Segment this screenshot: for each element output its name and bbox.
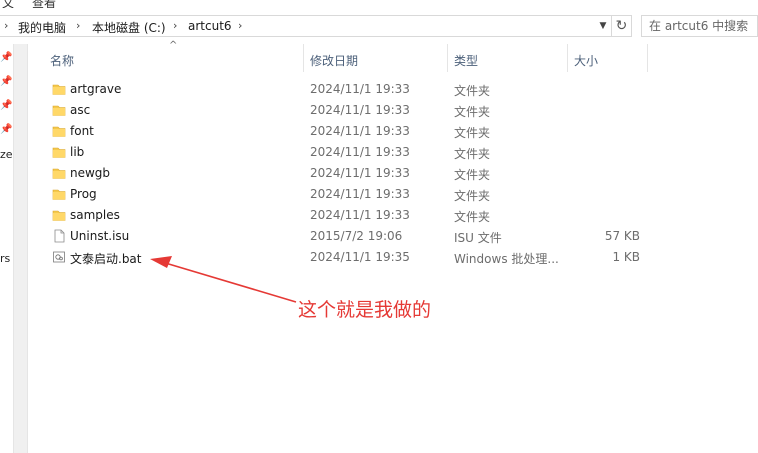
column-header-date[interactable]: 修改日期 (310, 52, 358, 69)
column-divider[interactable] (647, 44, 648, 72)
file-modified-date: 2024/11/1 19:33 (310, 145, 410, 159)
breadcrumb-chevron-icon[interactable]: › (173, 19, 177, 32)
folder-icon (52, 145, 66, 159)
pin-icon[interactable]: 📌 (0, 100, 12, 111)
breadcrumb-item-drive[interactable]: 本地磁盘 (C:) (92, 19, 166, 36)
pin-icon[interactable]: 📌 (0, 124, 12, 135)
column-header-name[interactable]: 名称 (50, 52, 74, 69)
file-name[interactable]: artgrave (70, 82, 121, 96)
file-name[interactable]: asc (70, 103, 90, 117)
column-divider[interactable] (303, 44, 304, 72)
folder-icon (52, 124, 66, 138)
file-modified-date: 2024/11/1 19:33 (310, 166, 410, 180)
search-input[interactable]: 在 artcut6 中搜索 (641, 15, 758, 37)
file-row[interactable]: Prog 2024/11/1 19:33 文件夹 (44, 184, 644, 205)
file-modified-date: 2024/11/1 19:33 (310, 103, 410, 117)
folder-icon (52, 166, 66, 180)
navigation-scrollbar[interactable] (13, 44, 28, 453)
file-row[interactable]: samples 2024/11/1 19:33 文件夹 (44, 205, 644, 226)
file-type: 文件夹 (454, 189, 491, 203)
file-type: 文件夹 (454, 105, 491, 119)
file-type: 文件夹 (454, 84, 491, 98)
breadcrumb-chevron-icon[interactable]: › (4, 19, 8, 32)
file-modified-date: 2024/11/1 19:33 (310, 208, 410, 222)
file-name[interactable]: newgb (70, 166, 110, 180)
breadcrumb-chevron-icon[interactable]: › (76, 19, 80, 32)
navigation-pane[interactable]: 📌 📌 📌 📌 ze rs (0, 44, 13, 453)
file-row[interactable]: asc 2024/11/1 19:33 文件夹 (44, 100, 644, 121)
file-row[interactable]: lib 2024/11/1 19:33 文件夹 (44, 142, 644, 163)
ribbon-fragment-right: 查看 (32, 0, 57, 8)
file-modified-date: 2024/11/1 19:35 (310, 250, 410, 264)
file-name[interactable]: Uninst.isu (70, 229, 129, 243)
file-type: 文件夹 (454, 210, 491, 224)
column-header-size[interactable]: 大小 (574, 52, 598, 69)
file-size: 1 KB (612, 250, 640, 264)
column-divider[interactable] (567, 44, 568, 72)
address-bar[interactable]: › 我的电脑 › 本地磁盘 (C:) › artcut6 › (0, 15, 612, 37)
file-modified-date: 2024/11/1 19:33 (310, 124, 410, 138)
address-history-dropdown-icon[interactable]: ▼ (594, 15, 612, 37)
file-name[interactable]: 文泰启动.bat (70, 250, 142, 267)
file-name[interactable]: samples (70, 208, 120, 222)
ribbon-fragment: 文 查看 (0, 0, 758, 8)
file-type: 文件夹 (454, 147, 491, 161)
file-row[interactable]: newgb 2024/11/1 19:33 文件夹 (44, 163, 644, 184)
file-modified-date: 2024/11/1 19:33 (310, 82, 410, 96)
folder-icon (52, 208, 66, 222)
file-name[interactable]: lib (70, 145, 84, 159)
file-type: 文件夹 (454, 126, 491, 140)
pin-icon[interactable]: 📌 (0, 76, 12, 87)
pin-icon[interactable]: 📌 (0, 52, 12, 63)
column-header-type[interactable]: 类型 (454, 52, 478, 69)
folder-icon (52, 82, 66, 96)
ribbon-fragment-left: 文 (2, 0, 15, 8)
file-icon (52, 229, 66, 243)
refresh-icon[interactable]: ↻ (612, 15, 632, 37)
annotation-text: 这个就是我做的 (298, 299, 432, 321)
file-row[interactable]: font 2024/11/1 19:33 文件夹 (44, 121, 644, 142)
file-type: ISU 文件 (454, 231, 502, 245)
file-type: Windows 批处理... (454, 252, 559, 266)
folder-icon (52, 103, 66, 117)
nav-item-fragment[interactable]: ze (0, 148, 13, 161)
file-modified-date: 2024/11/1 19:33 (310, 187, 410, 201)
file-name[interactable]: font (70, 124, 94, 138)
breadcrumb-item-computer[interactable]: 我的电脑 (18, 19, 66, 36)
column-divider[interactable] (447, 44, 448, 72)
batch-file-icon (52, 250, 66, 264)
breadcrumb-chevron-icon[interactable]: › (238, 19, 242, 32)
file-type: 文件夹 (454, 168, 491, 182)
folder-icon (52, 187, 66, 201)
file-modified-date: 2015/7/2 19:06 (310, 229, 403, 243)
nav-item-fragment[interactable]: rs (0, 252, 10, 265)
breadcrumb-item-folder[interactable]: artcut6 (188, 19, 232, 33)
file-row[interactable]: artgrave 2024/11/1 19:33 文件夹 (44, 79, 644, 100)
file-row[interactable]: Uninst.isu 2015/7/2 19:06 ISU 文件 57 KB (44, 226, 644, 247)
file-size: 57 KB (604, 229, 640, 243)
sort-ascending-icon: ^ (169, 40, 178, 51)
file-name[interactable]: Prog (70, 187, 97, 201)
file-row[interactable]: 文泰启动.bat 2024/11/1 19:35 Windows 批处理... 1 K… (44, 247, 644, 268)
